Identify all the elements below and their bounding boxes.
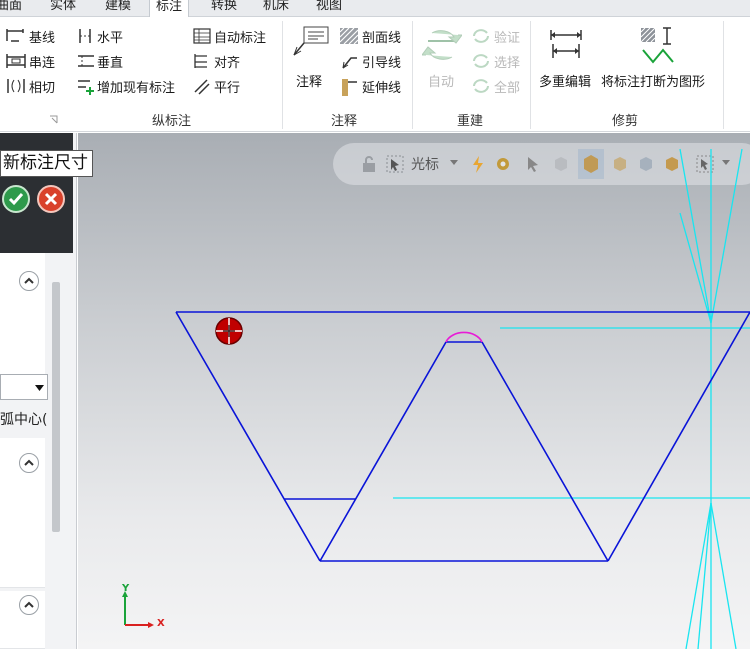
- ribbon-tab-bar: 曲面 实体 建模 标注 转换 机床 视图: [0, 0, 750, 18]
- auto-dimension-button[interactable]: 自动标注: [214, 27, 266, 46]
- validate-button[interactable]: 验证: [494, 27, 520, 46]
- leader-button[interactable]: 引导线: [362, 52, 401, 71]
- collapse-icon[interactable]: [19, 595, 39, 615]
- close-icon: [44, 192, 58, 206]
- horizontal-button[interactable]: 水平: [97, 27, 123, 46]
- baseline-button[interactable]: 基线: [29, 27, 55, 46]
- auto-regenerate-button[interactable]: 自动: [428, 71, 454, 90]
- chevron-down-icon: [35, 385, 44, 391]
- panel-card: [0, 591, 45, 649]
- tangent-icon: [5, 77, 27, 95]
- group-label-annotation: 注释: [331, 114, 358, 129]
- left-edge: [175, 311, 321, 562]
- panel-card: [0, 253, 45, 393]
- option-select[interactable]: [0, 374, 48, 400]
- multi-edit-icon: [549, 26, 585, 64]
- tab-transform[interactable]: 转换: [205, 0, 243, 17]
- group-label-trim: 修剪: [612, 114, 639, 129]
- break-into-geometry-button[interactable]: 将标注打断为图形: [601, 71, 705, 90]
- baseline-icon: [5, 27, 27, 43]
- regenerate-all-icon: [471, 77, 491, 95]
- construction-line: [710, 502, 737, 649]
- cancel-button[interactable]: [37, 185, 65, 213]
- auto-dimension-icon: [192, 27, 212, 45]
- construction-line: [679, 212, 712, 324]
- v-left-edge: [319, 341, 447, 562]
- panel-card: [0, 438, 45, 588]
- witness-line-button[interactable]: 延伸线: [362, 77, 401, 96]
- construction-line: [710, 148, 743, 324]
- parallel-icon: [192, 77, 212, 95]
- leader-icon: [339, 52, 359, 70]
- tab-model[interactable]: 建模: [99, 0, 137, 17]
- crosshair-marker-icon: [215, 317, 243, 345]
- tab-surface[interactable]: 曲面: [0, 0, 28, 17]
- group-label-ordinate: 纵标注: [152, 114, 192, 129]
- group-separator: [530, 21, 531, 129]
- x-axis-label: X: [157, 618, 165, 629]
- part-outline: [175, 311, 750, 562]
- axis-triad-icon: [122, 591, 154, 628]
- arc-center-option[interactable]: 弧中心(: [0, 409, 47, 429]
- new-dimension-tooltip: 新标注尺寸: [0, 150, 93, 177]
- note-icon: [290, 25, 332, 65]
- validate-icon: [471, 27, 491, 45]
- witness-line-icon: [339, 77, 359, 97]
- break-into-geometry-icon: [639, 26, 681, 66]
- note-button[interactable]: 注释: [296, 71, 322, 90]
- check-icon: [8, 193, 24, 206]
- construction-line: [697, 502, 712, 649]
- fillet-arc: [445, 331, 483, 343]
- ok-button[interactable]: [2, 185, 30, 213]
- auto-regenerate-icon: [422, 27, 462, 65]
- construction-lines: [393, 148, 750, 649]
- regenerate-all-button[interactable]: 全部: [494, 77, 520, 96]
- select-regenerate-icon: [471, 52, 491, 70]
- v-right-edge: [481, 341, 609, 562]
- multi-edit-button[interactable]: 多重编辑: [539, 71, 591, 90]
- group-launcher-icon[interactable]: [49, 115, 59, 125]
- construction-line: [679, 148, 712, 324]
- chain-button[interactable]: 串连: [29, 52, 55, 71]
- hatch-button[interactable]: 剖面线: [362, 27, 401, 46]
- align-icon: [192, 52, 212, 70]
- vertical-button[interactable]: 垂直: [97, 52, 123, 71]
- group-label-regenerate: 重建: [457, 114, 484, 129]
- collapse-icon[interactable]: [19, 453, 39, 473]
- horizontal-icon: [76, 27, 96, 45]
- y-axis-label: Y: [122, 583, 130, 594]
- collapse-icon[interactable]: [19, 271, 39, 291]
- chain-icon: [5, 52, 27, 70]
- right-edge: [607, 311, 750, 562]
- add-existing-dimension-button[interactable]: 增加现有标注: [97, 77, 175, 96]
- align-button[interactable]: 对齐: [214, 52, 240, 71]
- tab-view[interactable]: 视图: [310, 0, 348, 17]
- hatch-icon: [339, 27, 359, 45]
- group-separator: [282, 21, 283, 129]
- tab-machine[interactable]: 机床: [257, 0, 295, 17]
- panel-scrollbar[interactable]: [52, 282, 60, 532]
- vertical-icon: [76, 52, 96, 70]
- graphics-viewport[interactable]: 光标 Y X: [78, 133, 750, 649]
- parallel-button[interactable]: 平行: [214, 77, 240, 96]
- drawing-canvas[interactable]: [78, 133, 750, 649]
- group-separator: [723, 21, 724, 129]
- group-separator: [412, 21, 413, 129]
- add-existing-icon: [76, 77, 96, 95]
- tab-solid[interactable]: 实体: [44, 0, 82, 17]
- construction-line: [685, 502, 712, 649]
- select-regenerate-button[interactable]: 选择: [494, 52, 520, 71]
- tangent-button[interactable]: 相切: [29, 77, 55, 96]
- tab-annotate[interactable]: 标注: [149, 0, 190, 18]
- ribbon: 基线 串连 相切 水平 垂直 增加现有标注 自动标注 对齐 平行 纵标注 注释: [0, 17, 750, 132]
